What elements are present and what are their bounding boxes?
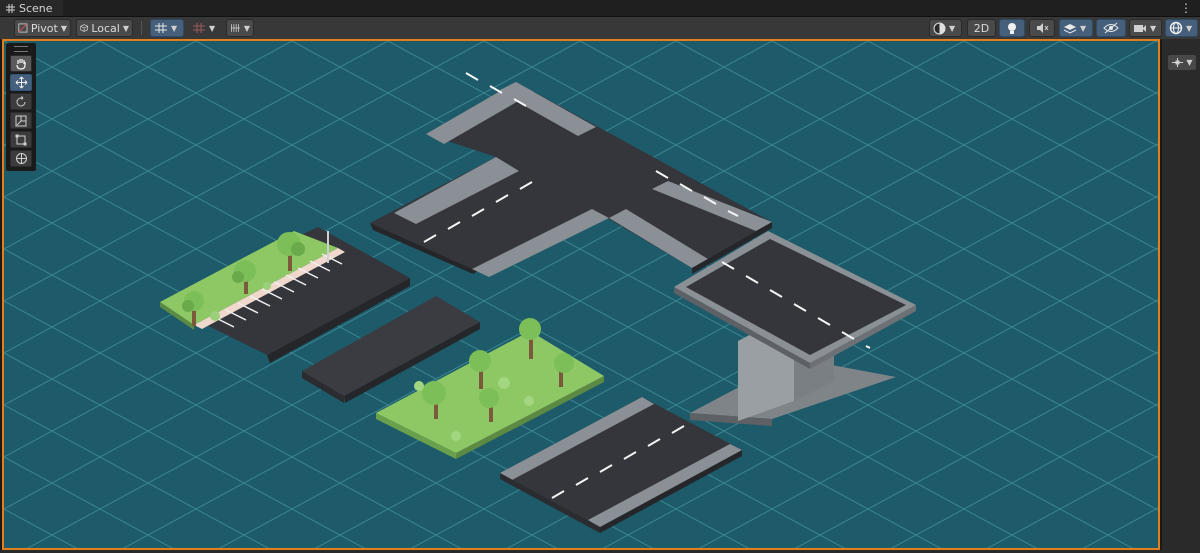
shading-mode-icon (933, 22, 946, 34)
cube-icon (80, 24, 88, 32)
chevron-down-icon: ▼ (122, 23, 129, 33)
gizmos-dropdown[interactable]: ▼ (1165, 19, 1198, 37)
chevron-down-icon: ▼ (1080, 23, 1087, 33)
draw-grid-icon (230, 24, 241, 32)
rect-tool-button[interactable] (10, 131, 32, 148)
transform-tool-button[interactable] (10, 150, 32, 167)
chevron-down-icon: ▼ (171, 23, 178, 33)
scene-viewport[interactable] (2, 39, 1160, 550)
increment-snap-dropdown[interactable]: ▼ (188, 19, 220, 37)
overlay-layout-icon (1172, 58, 1184, 67)
move-tool-button[interactable] (10, 74, 32, 91)
lighting-toggle[interactable] (999, 19, 1025, 37)
view-tool-button[interactable] (10, 55, 32, 72)
kebab-menu-icon[interactable]: ⋮ (1180, 1, 1192, 15)
chevron-down-icon: ▼ (1186, 23, 1193, 33)
chevron-down-icon: ▼ (949, 23, 956, 33)
2d-label: 2D (973, 21, 990, 35)
rotate-tool-button[interactable] (10, 93, 32, 110)
grid-snapping-toggle[interactable]: ▼ (150, 19, 184, 37)
audio-mute-icon (1036, 23, 1048, 33)
draw-mode-dropdown[interactable]: ▼ (929, 19, 962, 37)
chevron-down-icon: ▼ (1150, 23, 1157, 33)
eye-slash-icon (1103, 22, 1119, 34)
chevron-down-icon: ▼ (209, 23, 216, 33)
local-label: Local (91, 21, 120, 35)
scene-toolbar: Pivot ▼ Local ▼ ▼ ▼ ▼ ▼ 2D ▼ ▼ ▼ (0, 17, 1200, 40)
pivot-icon (18, 23, 28, 33)
window-tab-bar: Scene ⋮ (0, 0, 1200, 17)
hidden-objects-toggle[interactable] (1096, 19, 1126, 37)
scale-tool-button[interactable] (10, 112, 32, 129)
transform-gizmo-icon (15, 153, 27, 164)
light-bulb-icon (1008, 22, 1016, 34)
scene-tab[interactable]: Scene (0, 0, 63, 16)
scene-grid-icon (6, 3, 15, 13)
local-dropdown[interactable]: Local ▼ (76, 19, 133, 37)
rect-transform-icon (15, 134, 27, 145)
right-side-strip: ▼ (1162, 39, 1200, 553)
overlay-menu-button[interactable]: ▼ (1167, 54, 1197, 71)
pivot-label: Pivot (30, 21, 58, 35)
camera-dropdown[interactable]: ▼ (1129, 19, 1162, 37)
hand-icon (16, 59, 26, 70)
toolbar-divider (141, 21, 142, 35)
gizmo-globe-icon (1169, 21, 1183, 35)
scene-tab-label: Scene (19, 1, 53, 15)
scale-icon (15, 115, 27, 126)
scene-canvas[interactable] (4, 41, 1158, 548)
effects-layers-icon (1063, 24, 1077, 34)
increment-snap-icon (193, 23, 205, 33)
chevron-down-icon: ▼ (243, 23, 250, 33)
effects-dropdown[interactable]: ▼ (1059, 19, 1093, 37)
draw-grid-dropdown[interactable]: ▼ (226, 19, 254, 37)
chevron-down-icon: ▼ (60, 23, 67, 33)
drag-handle[interactable] (14, 46, 28, 52)
move-arrows-icon (15, 76, 27, 89)
2d-toggle-button[interactable]: 2D (967, 19, 996, 37)
audio-toggle[interactable] (1029, 19, 1055, 37)
pivot-dropdown[interactable]: Pivot ▼ (14, 19, 71, 37)
grid-snap-icon (155, 23, 167, 33)
chevron-down-icon: ▼ (1186, 58, 1193, 67)
camera-icon (1134, 24, 1146, 32)
rotate-icon (16, 95, 26, 106)
tools-overlay (6, 43, 36, 171)
